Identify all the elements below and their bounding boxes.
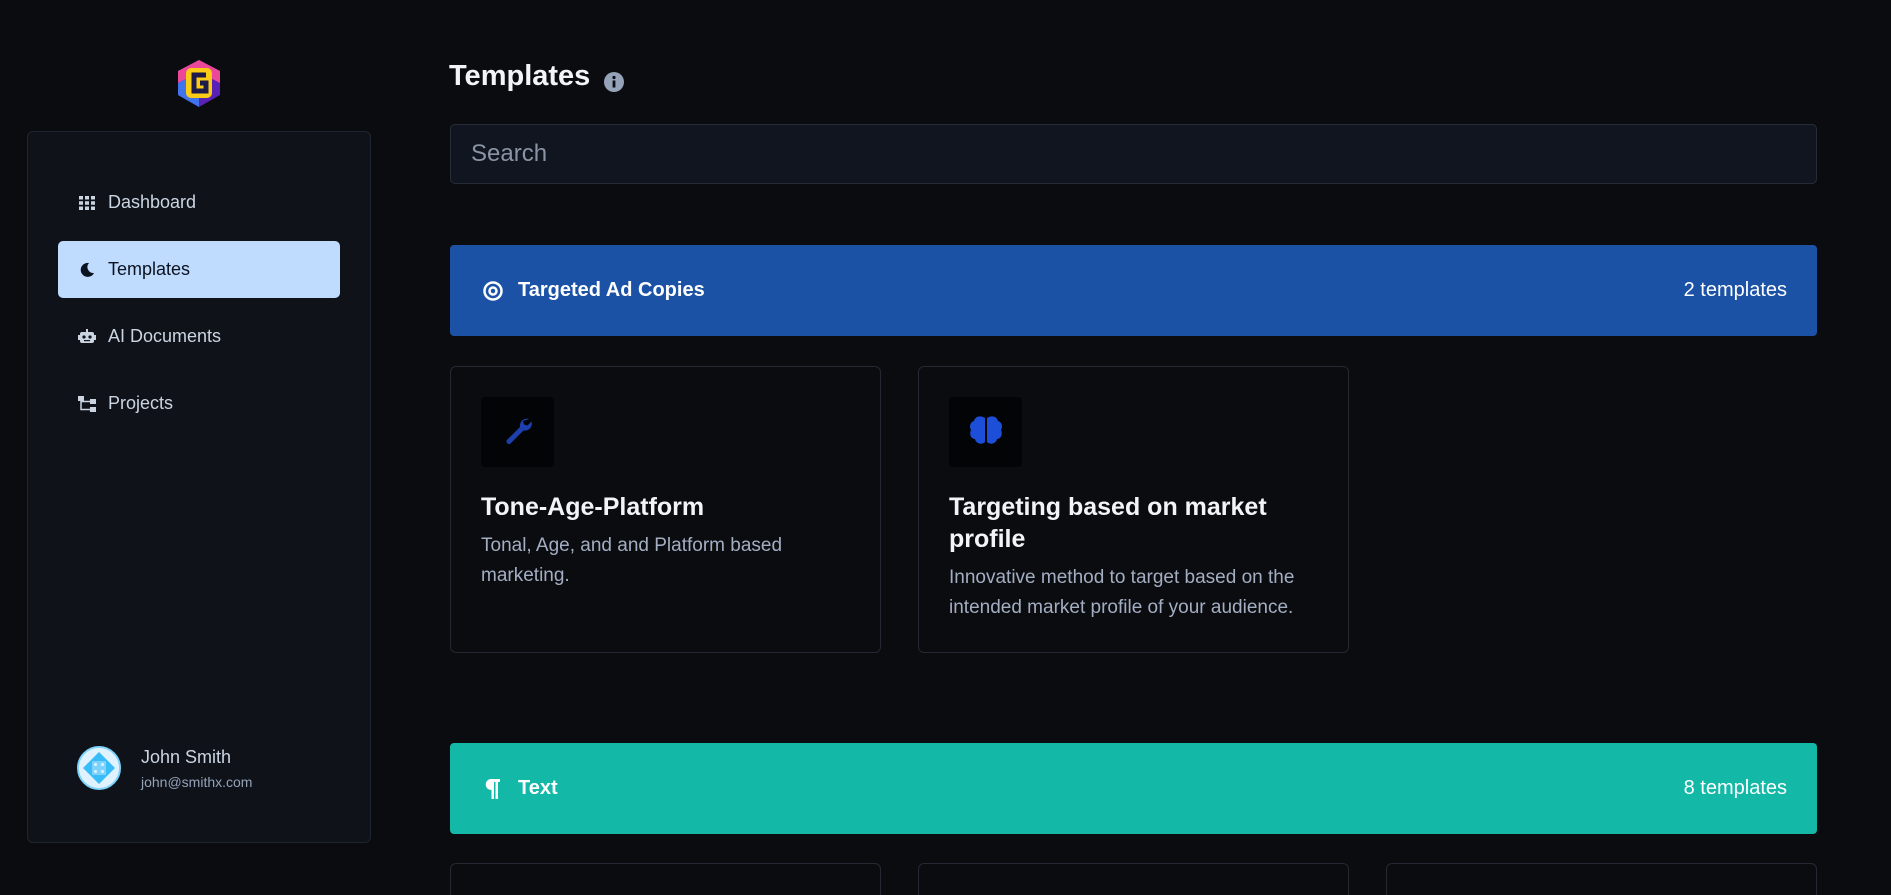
sidebar-item-templates[interactable]: Templates: [58, 241, 340, 298]
target-icon: [482, 280, 504, 302]
category-name: Text: [518, 777, 558, 799]
sitemap-icon: [78, 395, 96, 413]
template-card[interactable]: [1386, 863, 1817, 895]
template-card[interactable]: [450, 863, 881, 895]
category-name: Targeted Ad Copies: [518, 279, 705, 301]
category-count: 8 templates: [1683, 777, 1787, 799]
page-title-text: Templates: [449, 60, 591, 92]
card-icon-box: [949, 397, 1022, 467]
brain-icon: [969, 415, 1003, 450]
sidebar-item-ai-documents[interactable]: AI Documents: [58, 308, 340, 365]
sidebar-item-label: Dashboard: [108, 192, 197, 212]
template-card-targeting-market-profile[interactable]: Targeting based on market profile Innova…: [918, 366, 1349, 653]
card-title: Tone-Age-Platform: [481, 493, 705, 521]
category-header-targeted-ad-copies[interactable]: Targeted Ad Copies 2 templates: [450, 245, 1817, 336]
sidebar-item-projects[interactable]: Projects: [58, 375, 340, 432]
card-description: Innovative method to target based on the…: [949, 567, 1295, 618]
user-name: John Smith: [141, 746, 232, 767]
category-title: Text: [482, 777, 558, 800]
page-title: Templates: [449, 60, 625, 93]
search-input[interactable]: [450, 124, 1817, 184]
category-title: Targeted Ad Copies: [482, 279, 705, 302]
template-card-tone-age-platform[interactable]: Tone-Age-Platform Tonal, Age, and and Pl…: [450, 366, 881, 653]
user-email: john@smithx.com: [141, 773, 253, 790]
sidebar-item-label: Templates: [108, 259, 191, 279]
app: Dashboard Templates AI Documents Project…: [0, 0, 1891, 895]
template-card[interactable]: [918, 863, 1349, 895]
category-header-text[interactable]: Text 8 templates: [450, 743, 1817, 834]
user-info: John Smith john@smithx.com: [141, 747, 252, 790]
info-icon[interactable]: [604, 67, 625, 92]
sidebar-item-label: Projects: [108, 393, 174, 413]
sidebar: Dashboard Templates AI Documents Project…: [27, 131, 371, 843]
app-logo[interactable]: [174, 58, 224, 110]
moon-icon: [78, 261, 96, 279]
sidebar-nav: Dashboard Templates AI Documents Project…: [58, 174, 340, 442]
card-description: Tonal, Age, and and Platform based marke…: [481, 535, 783, 586]
card-icon-box: [481, 397, 554, 467]
grid-icon: [78, 194, 96, 212]
wrench-icon: [503, 415, 533, 450]
paragraph-icon: [482, 778, 504, 800]
avatar[interactable]: [77, 746, 121, 790]
card-title: Targeting based on market profile: [949, 493, 1267, 553]
sidebar-item-label: AI Documents: [108, 326, 222, 346]
robot-icon: [78, 328, 96, 346]
user-profile[interactable]: John Smith john@smithx.com: [77, 746, 252, 790]
category-count: 2 templates: [1683, 279, 1787, 301]
sidebar-item-dashboard[interactable]: Dashboard: [58, 174, 340, 231]
